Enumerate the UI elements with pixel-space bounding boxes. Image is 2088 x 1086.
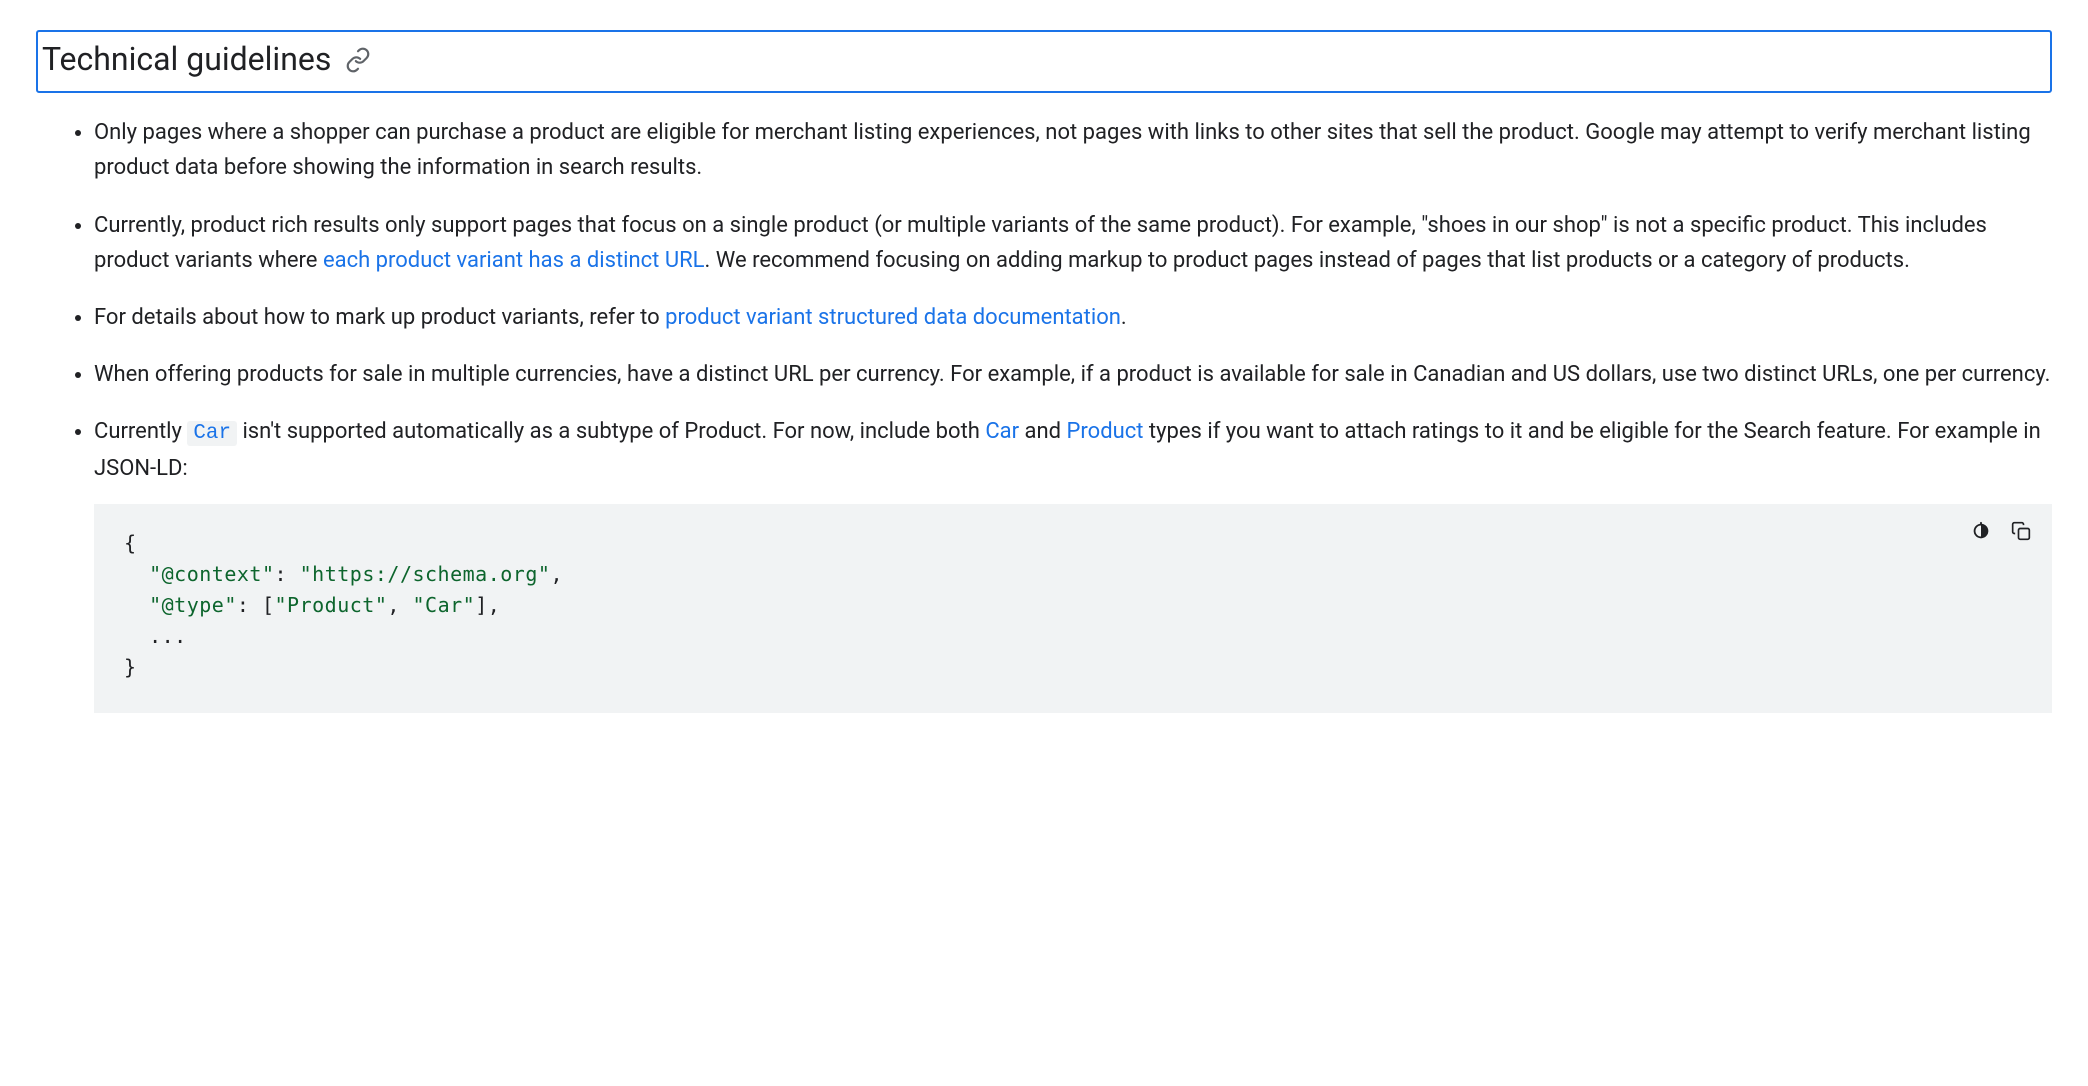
guideline-text: Currently <box>94 419 187 444</box>
code-indent <box>124 624 149 648</box>
section-heading: Technical guidelines <box>42 34 331 85</box>
code-toolbar <box>1968 518 2034 544</box>
copy-icon[interactable] <box>2008 518 2034 544</box>
guideline-text: isn't supported automatically as a subty… <box>237 419 985 444</box>
code-token: , <box>550 562 563 586</box>
code-token: ], <box>475 593 500 617</box>
code-token: ... <box>149 624 187 648</box>
code-token: : [ <box>237 593 275 617</box>
code-indent <box>124 593 149 617</box>
code-token: "@context" <box>149 562 274 586</box>
list-item: For details about how to mark up product… <box>94 300 2052 335</box>
code-token: } <box>124 655 137 679</box>
list-item: Only pages where a shopper can purchase … <box>94 115 2052 185</box>
code-content: { "@context": "https://schema.org", "@ty… <box>124 528 2022 683</box>
section-heading-selected: Technical guidelines <box>36 30 2052 93</box>
code-token: "https://schema.org" <box>300 562 551 586</box>
code-token: "@type" <box>149 593 237 617</box>
guideline-text: and <box>1019 419 1066 444</box>
guideline-text: . We recommend focusing on adding markup… <box>705 248 1910 273</box>
list-item: Currently Car isn't supported automatica… <box>94 414 2052 713</box>
product-type-link[interactable]: Product <box>1067 419 1144 444</box>
code-token: "Car" <box>412 593 475 617</box>
list-item: When offering products for sale in multi… <box>94 357 2052 392</box>
anchor-link-icon[interactable] <box>345 47 371 73</box>
car-type-link[interactable]: Car <box>985 419 1019 444</box>
code-token: : <box>275 562 300 586</box>
code-block: { "@context": "https://schema.org", "@ty… <box>94 504 2052 713</box>
theme-toggle-icon[interactable] <box>1968 518 1994 544</box>
guideline-text: For details about how to mark up product… <box>94 305 665 330</box>
guideline-text: Only pages where a shopper can purchase … <box>94 120 2031 180</box>
guideline-text: When offering products for sale in multi… <box>94 362 2050 387</box>
list-item: Currently, product rich results only sup… <box>94 208 2052 278</box>
code-indent <box>124 562 149 586</box>
variant-url-link[interactable]: each product variant has a distinct URL <box>323 248 705 273</box>
variant-docs-link[interactable]: product variant structured data document… <box>665 305 1121 330</box>
guideline-text: . <box>1121 305 1127 330</box>
code-token: "Product" <box>275 593 388 617</box>
code-token: { <box>124 531 137 555</box>
code-token: , <box>387 593 412 617</box>
car-code: Car <box>187 421 237 446</box>
guidelines-list: Only pages where a shopper can purchase … <box>36 115 2052 713</box>
